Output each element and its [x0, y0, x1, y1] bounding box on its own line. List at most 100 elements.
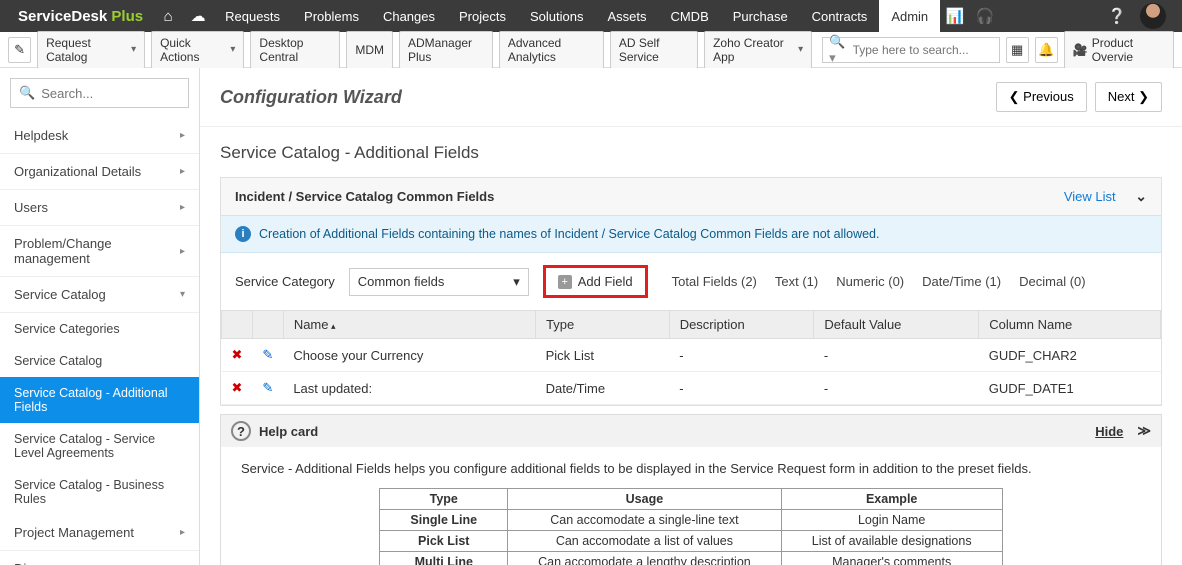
nav-requests[interactable]: Requests: [213, 0, 292, 32]
toolbar-link[interactable]: Advanced Analytics: [499, 31, 604, 69]
sidebar-search-input[interactable]: [41, 86, 180, 101]
sidebar-item[interactable]: Organizational Details▸: [0, 154, 199, 190]
help-text: Service - Additional Fields helps you co…: [241, 461, 1141, 476]
hide-link[interactable]: Hide: [1095, 424, 1123, 439]
cell-def: -: [814, 372, 979, 405]
nav-changes[interactable]: Changes: [371, 0, 447, 32]
product-overview-button[interactable]: 🎥 Product Overvie: [1064, 31, 1174, 69]
info-bar: i Creation of Additional Fields containi…: [221, 215, 1161, 253]
plus-icon: +: [558, 275, 572, 289]
cell-name: Choose your Currency: [283, 339, 535, 372]
chevron-icon: ▾: [180, 289, 185, 300]
sidebar-item[interactable]: Service Catalog▾: [0, 277, 199, 313]
fields-table: NameTypeDescriptionDefault ValueColumn N…: [221, 310, 1161, 405]
info-icon: i: [235, 226, 251, 242]
chevron-right-icon[interactable]: ≫: [1137, 423, 1151, 439]
nav-assets[interactable]: Assets: [595, 0, 658, 32]
nav-solutions[interactable]: Solutions: [518, 0, 595, 32]
sidebar-item[interactable]: Project Management▸: [0, 515, 199, 551]
help-col: Usage: [508, 489, 782, 510]
sidebar-item[interactable]: Problem/Change management▸: [0, 226, 199, 277]
sidebar-item[interactable]: Users▸: [0, 190, 199, 226]
delete-icon[interactable]: ✖: [222, 339, 253, 372]
add-field-button[interactable]: + Add Field: [543, 265, 648, 298]
next-button[interactable]: Next ❯: [1095, 82, 1162, 112]
column-header[interactable]: Name: [283, 311, 535, 339]
cell-col: GUDF_CHAR2: [979, 339, 1161, 372]
nav-purchase[interactable]: Purchase: [721, 0, 800, 32]
sidebar-item[interactable]: Helpdesk▸: [0, 118, 199, 154]
cell-type: Pick List: [536, 339, 670, 372]
cell-name: Last updated:: [283, 372, 535, 405]
sidebar-subitem[interactable]: Service Catalog - Business Rules: [0, 469, 199, 515]
help-row: Pick ListCan accomodate a list of values…: [380, 531, 1002, 552]
chevron-down-icon: ▾: [513, 274, 520, 290]
edit-icon[interactable]: ✎: [252, 372, 283, 405]
service-category-label: Service Category: [235, 274, 335, 289]
toolbar: ✎ Request Catalog Quick Actions Desktop …: [0, 32, 1182, 68]
delete-icon[interactable]: ✖: [222, 372, 253, 405]
help-card: ? Help card Hide ≫ Service - Additional …: [220, 414, 1162, 565]
toolbar-link[interactable]: ADManager Plus: [399, 31, 493, 69]
column-header[interactable]: Column Name: [979, 311, 1161, 339]
cell-def: -: [814, 339, 979, 372]
chevron-icon: ▸: [180, 202, 185, 213]
nav-cmdb[interactable]: CMDB: [658, 0, 720, 32]
sidebar-subitem[interactable]: Service Catalog - Service Level Agreemen…: [0, 423, 199, 469]
logo: ServiceDesk Plus: [8, 8, 153, 25]
cell-type: Date/Time: [536, 372, 670, 405]
cell-desc: -: [669, 372, 814, 405]
expand-icon[interactable]: ⌄: [1135, 188, 1147, 204]
home-icon[interactable]: ⌂: [153, 8, 183, 25]
table-row: ✖✎Choose your CurrencyPick List--GUDF_CH…: [222, 339, 1161, 372]
table-row: ✖✎Last updated:Date/Time--GUDF_DATE1: [222, 372, 1161, 405]
stat: Decimal (0): [1019, 274, 1085, 289]
previous-button[interactable]: ❮ Previous: [996, 82, 1087, 112]
sidebar-subitem[interactable]: Service Catalog: [0, 345, 199, 377]
toolbar-link[interactable]: AD Self Service: [610, 31, 698, 69]
stat: Numeric (0): [836, 274, 904, 289]
layout-icon[interactable]: ▦: [1006, 37, 1029, 63]
search-input[interactable]: [853, 43, 993, 57]
quick-actions-button[interactable]: Quick Actions: [151, 31, 244, 69]
chart-icon[interactable]: 📊: [940, 7, 970, 25]
toolbar-link[interactable]: MDM: [346, 31, 393, 69]
column-header[interactable]: Description: [669, 311, 814, 339]
search-icon: 🔍: [19, 85, 35, 101]
nav-admin[interactable]: Admin: [879, 0, 940, 32]
shortcut-icon[interactable]: ✎: [8, 37, 31, 63]
search-icon: 🔍▾: [829, 34, 848, 66]
help-icon[interactable]: ❔: [1102, 7, 1132, 25]
top-nav: ServiceDesk Plus ⌂ ☁ RequestsProblemsCha…: [0, 0, 1182, 32]
globe-icon[interactable]: ☁: [183, 7, 213, 25]
chevron-icon: ▸: [180, 166, 185, 177]
help-table: TypeUsageExample Single LineCan accomoda…: [379, 488, 1002, 565]
view-list-link[interactable]: View List: [1064, 189, 1116, 204]
request-catalog-button[interactable]: Request Catalog: [37, 31, 145, 69]
toolbar-link[interactable]: Zoho Creator App: [704, 31, 812, 69]
sidebar-search[interactable]: 🔍: [10, 78, 189, 108]
help-title: Help card: [259, 424, 318, 439]
avatar[interactable]: [1140, 3, 1166, 29]
nav-problems[interactable]: Problems: [292, 0, 371, 32]
column-header[interactable]: Type: [536, 311, 670, 339]
service-category-select[interactable]: Common fields▾: [349, 268, 529, 296]
bell-icon[interactable]: 🔔: [1035, 37, 1058, 63]
sidebar-subitem[interactable]: Service Catalog - Additional Fields: [0, 377, 199, 423]
topnav-items: RequestsProblemsChangesProjectsSolutions…: [213, 0, 940, 32]
sidebar-subitem[interactable]: Service Categories: [0, 313, 199, 345]
help-col: Type: [380, 489, 508, 510]
nav-projects[interactable]: Projects: [447, 0, 518, 32]
edit-icon[interactable]: ✎: [252, 339, 283, 372]
nav-contracts[interactable]: Contracts: [800, 0, 880, 32]
global-search[interactable]: 🔍▾: [822, 37, 999, 63]
toolbar-link[interactable]: Desktop Central: [250, 31, 340, 69]
help-row: Single LineCan accomodate a single-line …: [380, 510, 1002, 531]
sidebar: 🔍 Helpdesk▸Organizational Details▸Users▸…: [0, 68, 200, 565]
column-header[interactable]: Default Value: [814, 311, 979, 339]
chevron-icon: ▸: [180, 130, 185, 141]
section-title: Service Catalog - Additional Fields: [220, 143, 1162, 163]
chevron-icon: ▸: [180, 527, 185, 538]
sidebar-item[interactable]: Discovery▸: [0, 551, 199, 565]
headset-icon[interactable]: 🎧: [970, 7, 1000, 25]
